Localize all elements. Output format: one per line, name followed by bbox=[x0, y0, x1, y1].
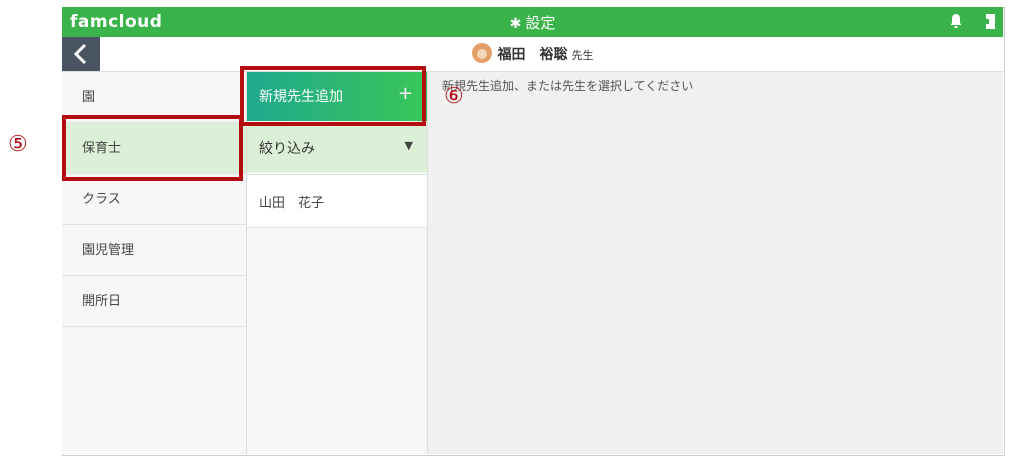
sidebar-item-open-days[interactable]: 開所日 bbox=[62, 276, 246, 327]
page-title: ✱ 設定 bbox=[62, 12, 1003, 33]
filter-dropdown[interactable]: 絞り込み ▼ bbox=[247, 122, 427, 172]
logout-icon[interactable] bbox=[983, 13, 997, 30]
sidebar-item-children[interactable]: 園児管理 bbox=[62, 225, 246, 276]
empty-state-hint: 新規先生追加、または先生を選択してください bbox=[442, 79, 694, 93]
annotation-number-six: ⑥ bbox=[444, 84, 464, 109]
teacher-list-panel: 新規先生追加 + 絞り込み ▼ 山田 花子 bbox=[247, 72, 428, 454]
gear-icon: ✱ bbox=[509, 16, 522, 32]
sidebar-item-classes[interactable]: クラス bbox=[62, 174, 246, 225]
bell-icon[interactable] bbox=[949, 13, 963, 29]
top-bar: famcloud ✱ 設定 bbox=[62, 7, 1003, 37]
page-title-text: 設定 bbox=[525, 14, 556, 32]
annotation-box-add-teacher bbox=[240, 66, 426, 126]
user-bar: 福田 裕聡 先生 bbox=[62, 37, 1003, 72]
teacher-list-item[interactable]: 山田 花子 bbox=[247, 174, 427, 228]
filter-label: 絞り込み bbox=[259, 141, 315, 157]
avatar bbox=[471, 43, 492, 63]
annotation-box-teachers bbox=[62, 115, 243, 181]
user-name: 福田 裕聡 bbox=[497, 47, 568, 63]
user-suffix: 先生 bbox=[571, 49, 594, 62]
teacher-name: 山田 花子 bbox=[259, 196, 325, 211]
annotation-number-five: ⑤ bbox=[8, 132, 28, 157]
current-user: 福田 裕聡 先生 bbox=[62, 43, 1003, 64]
caret-down-icon: ▼ bbox=[404, 139, 413, 152]
detail-pane: 新規先生追加、または先生を選択してください bbox=[428, 72, 1003, 454]
